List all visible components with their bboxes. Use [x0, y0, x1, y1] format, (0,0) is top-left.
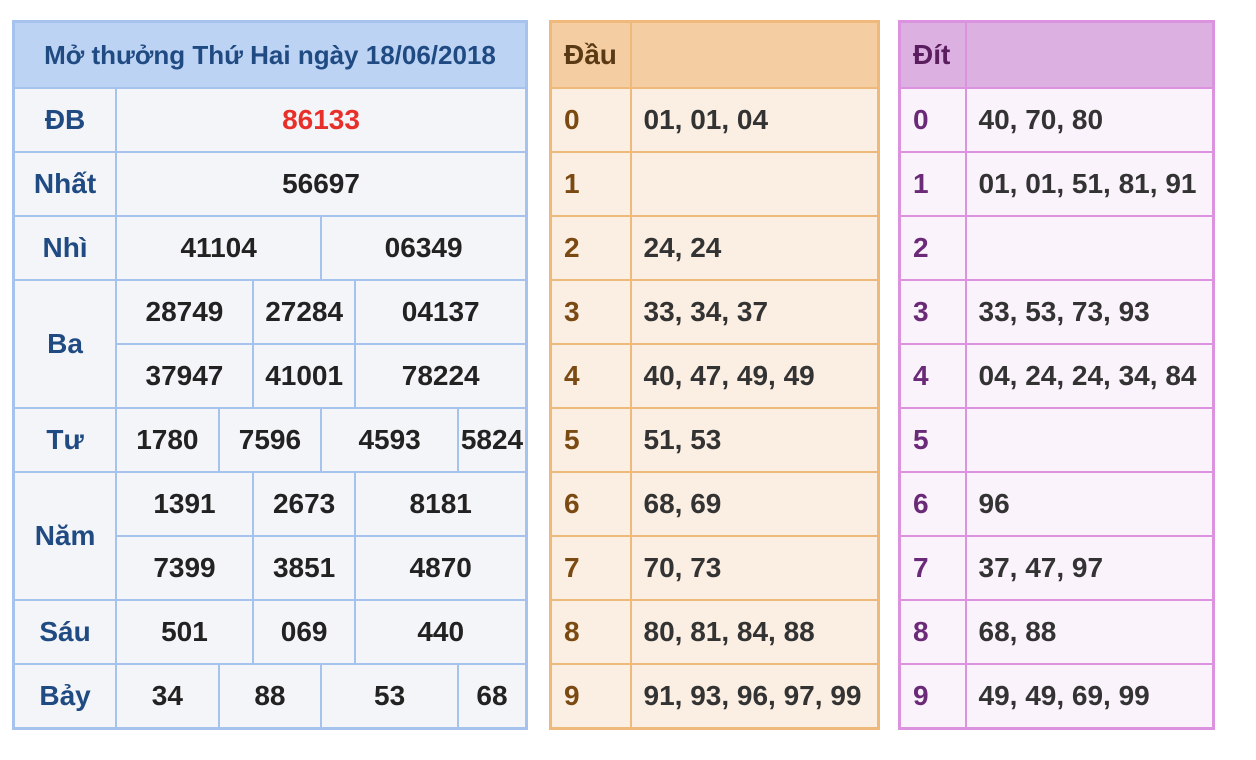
prize-ba-value: 27284 [251, 279, 357, 345]
dau-values: 91, 93, 96, 97, 99 [629, 663, 880, 730]
dau-table: Đầu 0 01, 01, 04 1 2 24, 24 3 33, 34, 37 44… [549, 20, 880, 730]
dit-values: 68, 88 [964, 599, 1215, 665]
prize-bay-value: 34 [115, 663, 220, 730]
dit-digit: 2 [898, 215, 967, 281]
dau-values: 70, 73 [629, 535, 880, 601]
prize-label-ba: Ba [12, 279, 118, 409]
dit-header-blank [964, 20, 1215, 89]
prize-nhat-value: 56697 [115, 151, 528, 217]
dit-digit: 9 [898, 663, 967, 730]
dau-digit: 4 [549, 343, 632, 409]
dit-header: Đít [898, 20, 967, 89]
prize-nam-value: 4870 [354, 535, 528, 601]
prize-tu-value: 4593 [320, 407, 459, 473]
dit-values [964, 407, 1215, 473]
dau-values: 33, 34, 37 [629, 279, 880, 345]
prize-bay-value: 68 [456, 663, 528, 730]
dau-values: 51, 53 [629, 407, 880, 473]
dit-digit: 1 [898, 151, 967, 217]
prize-nam-value: 1391 [115, 471, 254, 537]
dau-digit: 2 [549, 215, 632, 281]
prize-nam-value: 3851 [251, 535, 357, 601]
prize-nhi-value: 41104 [115, 215, 323, 281]
prize-label-nhi: Nhì [12, 215, 118, 281]
dit-values: 96 [964, 471, 1215, 537]
dit-digit: 8 [898, 599, 967, 665]
dau-values: 40, 47, 49, 49 [629, 343, 880, 409]
prize-label-sau: Sáu [12, 599, 118, 665]
dau-digit: 0 [549, 87, 632, 153]
prize-nhi-value: 06349 [320, 215, 528, 281]
dit-digit: 5 [898, 407, 967, 473]
results-table: Mở thưởng Thứ Hai ngày 18/06/2018 ĐB 861… [12, 20, 528, 730]
results-title: Mở thưởng Thứ Hai ngày 18/06/2018 [12, 20, 528, 89]
dau-digit: 9 [549, 663, 632, 730]
dit-values: 49, 49, 69, 99 [964, 663, 1215, 730]
dau-values: 68, 69 [629, 471, 880, 537]
prize-label-tu: Tư [12, 407, 118, 473]
dau-digit: 3 [549, 279, 632, 345]
prize-sau-value: 440 [354, 599, 528, 665]
dit-digit: 4 [898, 343, 967, 409]
dau-digit: 1 [549, 151, 632, 217]
dau-values [629, 151, 880, 217]
dit-values [964, 215, 1215, 281]
dau-values: 80, 81, 84, 88 [629, 599, 880, 665]
dit-digit: 3 [898, 279, 967, 345]
prize-ba-value: 04137 [354, 279, 528, 345]
prize-label-nam: Năm [12, 471, 118, 601]
prize-ba-value: 28749 [115, 279, 254, 345]
dit-table: Đít 0 40, 70, 80 1 01, 01, 51, 81, 91 2 33… [898, 20, 1215, 730]
dit-values: 40, 70, 80 [964, 87, 1215, 153]
dit-digit: 0 [898, 87, 967, 153]
prize-db-value: 86133 [115, 87, 528, 153]
dit-digit: 7 [898, 535, 967, 601]
prize-sau-value: 069 [251, 599, 357, 665]
prize-ba-value: 78224 [354, 343, 528, 409]
dau-header: Đầu [549, 20, 632, 89]
prize-nam-value: 7399 [115, 535, 254, 601]
prize-label-nhat: Nhất [12, 151, 118, 217]
dit-values: 01, 01, 51, 81, 91 [964, 151, 1215, 217]
prize-nam-value: 2673 [251, 471, 357, 537]
dit-digit: 6 [898, 471, 967, 537]
prize-label-bay: Bảy [12, 663, 118, 730]
prize-label-db: ĐB [12, 87, 118, 153]
prize-tu-value: 1780 [115, 407, 220, 473]
dau-digit: 6 [549, 471, 632, 537]
prize-tu-value: 7596 [217, 407, 323, 473]
dau-digit: 7 [549, 535, 632, 601]
prize-bay-value: 88 [217, 663, 323, 730]
prize-tu-value: 5824 [456, 407, 528, 473]
dit-values: 37, 47, 97 [964, 535, 1215, 601]
dau-digit: 8 [549, 599, 632, 665]
dau-header-blank [629, 20, 880, 89]
prize-bay-value: 53 [320, 663, 459, 730]
dit-values: 33, 53, 73, 93 [964, 279, 1215, 345]
prize-nam-value: 8181 [354, 471, 528, 537]
prize-ba-value: 37947 [115, 343, 254, 409]
prize-sau-value: 501 [115, 599, 254, 665]
dau-values: 24, 24 [629, 215, 880, 281]
dau-digit: 5 [549, 407, 632, 473]
dau-values: 01, 01, 04 [629, 87, 880, 153]
prize-ba-value: 41001 [251, 343, 357, 409]
dit-values: 04, 24, 24, 34, 84 [964, 343, 1215, 409]
